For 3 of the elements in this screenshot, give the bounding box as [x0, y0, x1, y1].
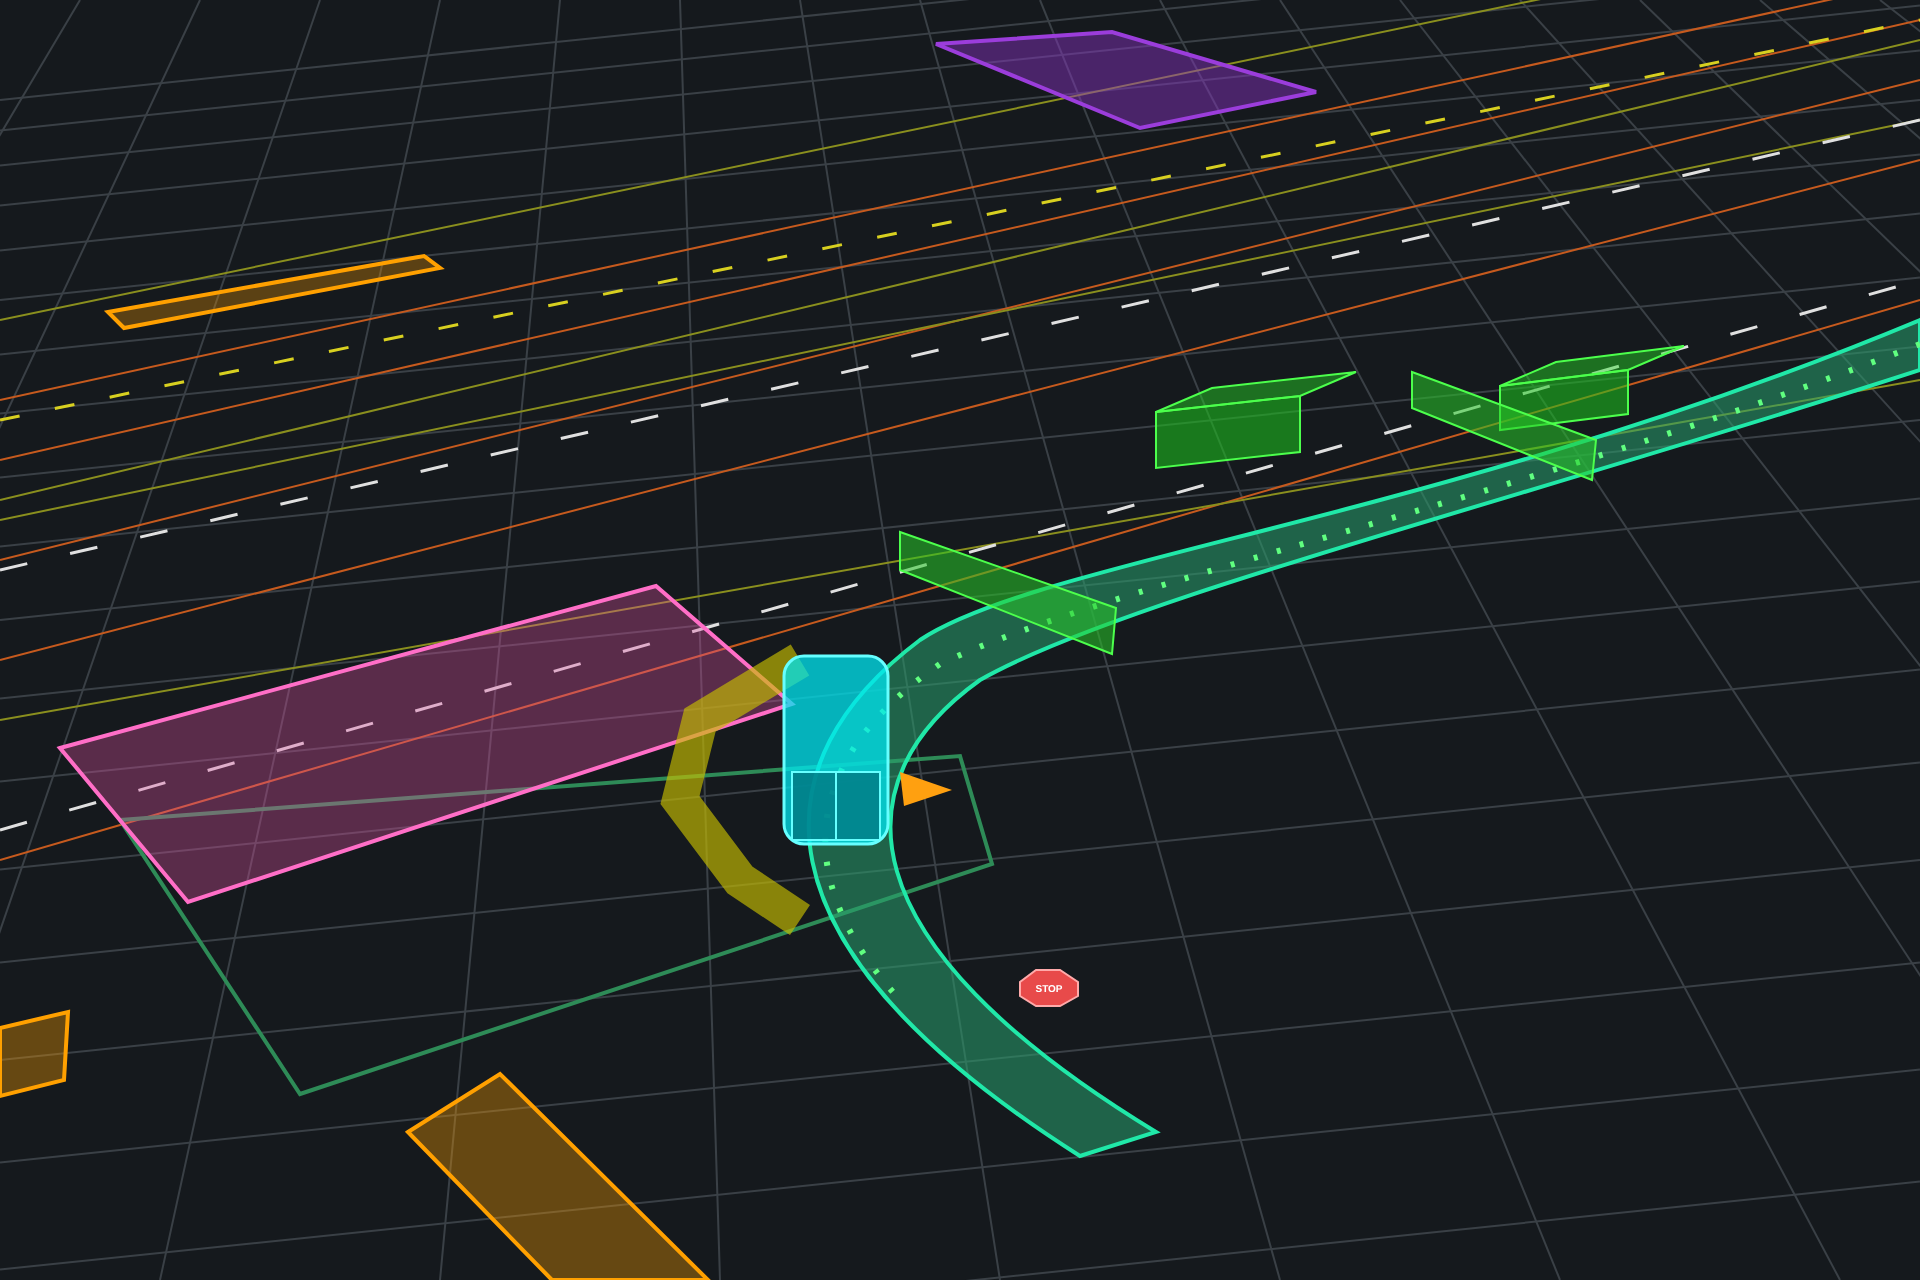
stop-sign-icon [1019, 969, 1079, 1007]
crosswalk-polygon [0, 1009, 71, 1099]
triangle-marker [900, 772, 952, 806]
